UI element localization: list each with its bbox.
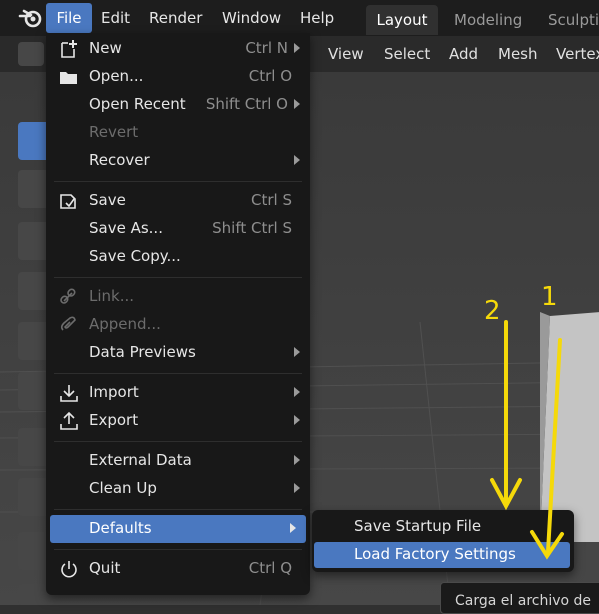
annotation-layer — [490, 320, 564, 560]
annotation-arrow-1 — [546, 338, 562, 554]
annotation-label-1: 1 — [541, 282, 558, 312]
annotation-label-2: 2 — [484, 296, 501, 326]
